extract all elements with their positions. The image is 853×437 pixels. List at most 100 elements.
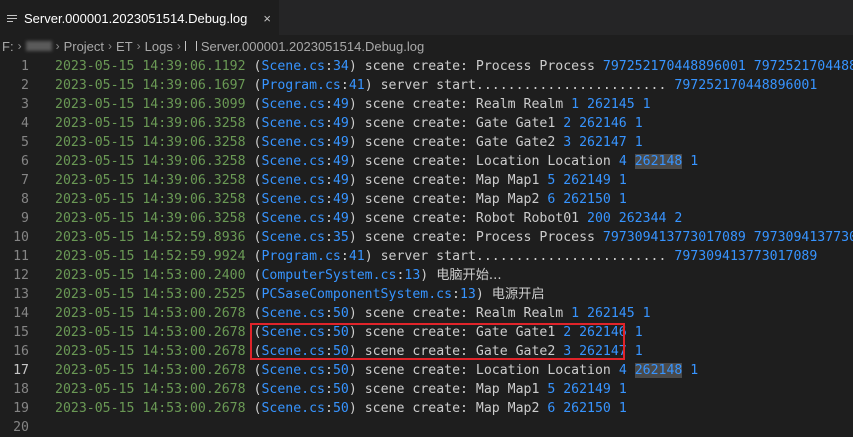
line-number: 13 bbox=[13, 287, 29, 302]
editor-line[interactable]: 16 2023-05-15 14:53:00.2678 (Scene.cs:50)… bbox=[0, 342, 853, 361]
editor-line[interactable]: 11 2023-05-15 14:52:59.9924 (Program.cs:4… bbox=[0, 247, 853, 266]
source-file-link[interactable]: Scene.cs bbox=[261, 154, 325, 169]
source-file-link[interactable]: Scene.cs bbox=[261, 135, 325, 150]
editor-line[interactable]: 1 2023-05-15 14:39:06.1192 (Scene.cs:34) … bbox=[0, 57, 853, 76]
source-file-link[interactable]: Scene.cs bbox=[261, 97, 325, 112]
source-file-link[interactable]: Scene.cs bbox=[261, 192, 325, 207]
source-line-number: 49 bbox=[332, 116, 349, 131]
editor-line[interactable]: 3 2023-05-15 14:39:06.3099 (Scene.cs:49) … bbox=[0, 95, 853, 114]
breadcrumb-item-project[interactable]: Project bbox=[64, 39, 104, 54]
source-line-number: 41 bbox=[348, 78, 365, 93]
source-line-number: 50 bbox=[332, 344, 349, 359]
log-message: scene create: Realm Realm bbox=[364, 97, 572, 112]
log-timestamp: 2023-05-15 14:53:00.2678 bbox=[55, 382, 246, 397]
log-ids-highlighted: 262148 bbox=[634, 363, 683, 378]
log-ids-highlighted: 262148 bbox=[634, 154, 683, 169]
log-message: server start........................ bbox=[380, 249, 675, 264]
log-message: server start........................ bbox=[380, 78, 675, 93]
line-number: 6 bbox=[21, 154, 29, 169]
editor-line[interactable]: 17 2023-05-15 14:53:00.2678 (Scene.cs:50)… bbox=[0, 361, 853, 380]
source-file-link[interactable]: Scene.cs bbox=[261, 211, 325, 226]
source-file-link[interactable]: Scene.cs bbox=[261, 230, 325, 245]
log-message: 电脑开始... bbox=[436, 268, 502, 283]
breadcrumb-drive[interactable]: F: bbox=[2, 39, 14, 54]
editor-line[interactable]: 9 2023-05-15 14:39:06.3258 (Scene.cs:49) … bbox=[0, 209, 853, 228]
editor-line[interactable]: 7 2023-05-15 14:39:06.3258 (Scene.cs:49) … bbox=[0, 171, 853, 190]
log-ids: 2 262146 1 bbox=[563, 116, 643, 131]
tab-bar: Server.000001.2023051514.Debug.log × bbox=[0, 0, 853, 35]
source-file-link[interactable]: ComputerSystem.cs bbox=[261, 268, 396, 283]
source-line-number: 50 bbox=[332, 325, 349, 340]
breadcrumb-item-logs[interactable]: Logs bbox=[145, 39, 173, 54]
log-message: scene create: Process Process bbox=[364, 230, 603, 245]
line-number: 9 bbox=[21, 211, 29, 226]
file-lines-icon bbox=[6, 12, 18, 24]
source-line-number: 49 bbox=[332, 173, 349, 188]
source-line-number: 50 bbox=[332, 382, 349, 397]
source-file-link[interactable]: Scene.cs bbox=[261, 173, 325, 188]
source-file-link[interactable]: Scene.cs bbox=[261, 116, 325, 131]
source-file-link[interactable]: Scene.cs bbox=[261, 306, 325, 321]
editor-line[interactable]: 2 2023-05-15 14:39:06.1697 (Program.cs:41… bbox=[0, 76, 853, 95]
log-ids: 797309413773017089 bbox=[674, 249, 818, 264]
editor-line[interactable]: 14 2023-05-15 14:53:00.2678 (Scene.cs:50)… bbox=[0, 304, 853, 323]
line-number: 12 bbox=[13, 268, 29, 283]
editor-line[interactable]: 18 2023-05-15 14:53:00.2678 (Scene.cs:50)… bbox=[0, 380, 853, 399]
source-file-link[interactable]: Program.cs bbox=[261, 78, 340, 93]
log-ids: 6 262150 1 bbox=[547, 401, 627, 416]
source-file-link[interactable]: Scene.cs bbox=[261, 401, 325, 416]
editor-line[interactable]: 10 2023-05-15 14:52:59.8936 (Scene.cs:35)… bbox=[0, 228, 853, 247]
log-ids: 797252170448896001 bbox=[674, 78, 818, 93]
editor-line[interactable]: 13 2023-05-15 14:53:00.2525 (PCSaseCompon… bbox=[0, 285, 853, 304]
source-line-number: 50 bbox=[332, 306, 349, 321]
editor-line[interactable]: 6 2023-05-15 14:39:06.3258 (Scene.cs:49) … bbox=[0, 152, 853, 171]
log-message: scene create: Map Map1 bbox=[364, 382, 548, 397]
editor-line[interactable]: 15 2023-05-15 14:53:00.2678 (Scene.cs:50)… bbox=[0, 323, 853, 342]
source-line-number: 49 bbox=[332, 154, 349, 169]
line-number: 5 bbox=[21, 135, 29, 150]
source-file-link[interactable]: Program.cs bbox=[261, 249, 340, 264]
source-line-number: 50 bbox=[332, 401, 349, 416]
line-number: 18 bbox=[13, 382, 29, 397]
code-editor[interactable]: 1 2023-05-15 14:39:06.1192 (Scene.cs:34) … bbox=[0, 57, 853, 435]
log-timestamp: 2023-05-15 14:53:00.2678 bbox=[55, 401, 246, 416]
log-timestamp: 2023-05-15 14:39:06.1192 bbox=[55, 59, 246, 74]
source-file-link[interactable]: Scene.cs bbox=[261, 59, 325, 74]
log-ids: 797309413773017089 797309413773017 bbox=[602, 230, 853, 245]
source-file-link[interactable]: Scene.cs bbox=[261, 382, 325, 397]
source-line-number: 49 bbox=[332, 211, 349, 226]
source-file-link[interactable]: PCSaseComponentSystem.cs bbox=[261, 287, 452, 302]
source-file-link[interactable]: Scene.cs bbox=[261, 363, 325, 378]
log-ids: 3 262147 1 bbox=[563, 135, 643, 150]
log-message: scene create: Gate Gate1 bbox=[364, 325, 564, 340]
log-timestamp: 2023-05-15 14:39:06.3258 bbox=[55, 173, 246, 188]
editor-line[interactable]: 5 2023-05-15 14:39:06.3258 (Scene.cs:49) … bbox=[0, 133, 853, 152]
editor-line[interactable]: 8 2023-05-15 14:39:06.3258 (Scene.cs:49) … bbox=[0, 190, 853, 209]
log-timestamp: 2023-05-15 14:39:06.3258 bbox=[55, 211, 246, 226]
log-message: 电源开启 bbox=[491, 287, 545, 302]
log-message: scene create: Gate Gate1 bbox=[364, 116, 564, 131]
source-file-link[interactable]: Scene.cs bbox=[261, 344, 325, 359]
line-number: 4 bbox=[21, 116, 29, 131]
editor-line[interactable]: 12 2023-05-15 14:53:00.2400 (ComputerSyst… bbox=[0, 266, 853, 285]
source-line-number: 49 bbox=[332, 97, 349, 112]
breadcrumb-file[interactable]: Server.000001.2023051514.Debug.log bbox=[201, 39, 424, 54]
editor-line[interactable]: 4 2023-05-15 14:39:06.3258 (Scene.cs:49) … bbox=[0, 114, 853, 133]
close-icon[interactable]: × bbox=[263, 11, 271, 26]
source-file-link[interactable]: Scene.cs bbox=[261, 325, 325, 340]
log-message: scene create: Location Location bbox=[364, 154, 619, 169]
log-message: scene create: Process Process bbox=[364, 59, 603, 74]
line-number: 15 bbox=[13, 325, 29, 340]
breadcrumb-item-et[interactable]: ET bbox=[116, 39, 133, 54]
log-message: scene create: Gate Gate2 bbox=[364, 344, 564, 359]
line-number: 2 bbox=[21, 78, 29, 93]
line-number: 3 bbox=[21, 97, 29, 112]
log-timestamp: 2023-05-15 14:39:06.3258 bbox=[55, 135, 246, 150]
source-line-number: 41 bbox=[348, 249, 365, 264]
file-lines-icon bbox=[184, 41, 197, 51]
line-number: 11 bbox=[13, 249, 29, 264]
editor-line[interactable]: 19 2023-05-15 14:53:00.2678 (Scene.cs:50)… bbox=[0, 399, 853, 418]
editor-lines: 1 2023-05-15 14:39:06.1192 (Scene.cs:34) … bbox=[0, 57, 853, 437]
editor-tab[interactable]: Server.000001.2023051514.Debug.log × bbox=[0, 0, 279, 35]
line-number: 7 bbox=[21, 173, 29, 188]
